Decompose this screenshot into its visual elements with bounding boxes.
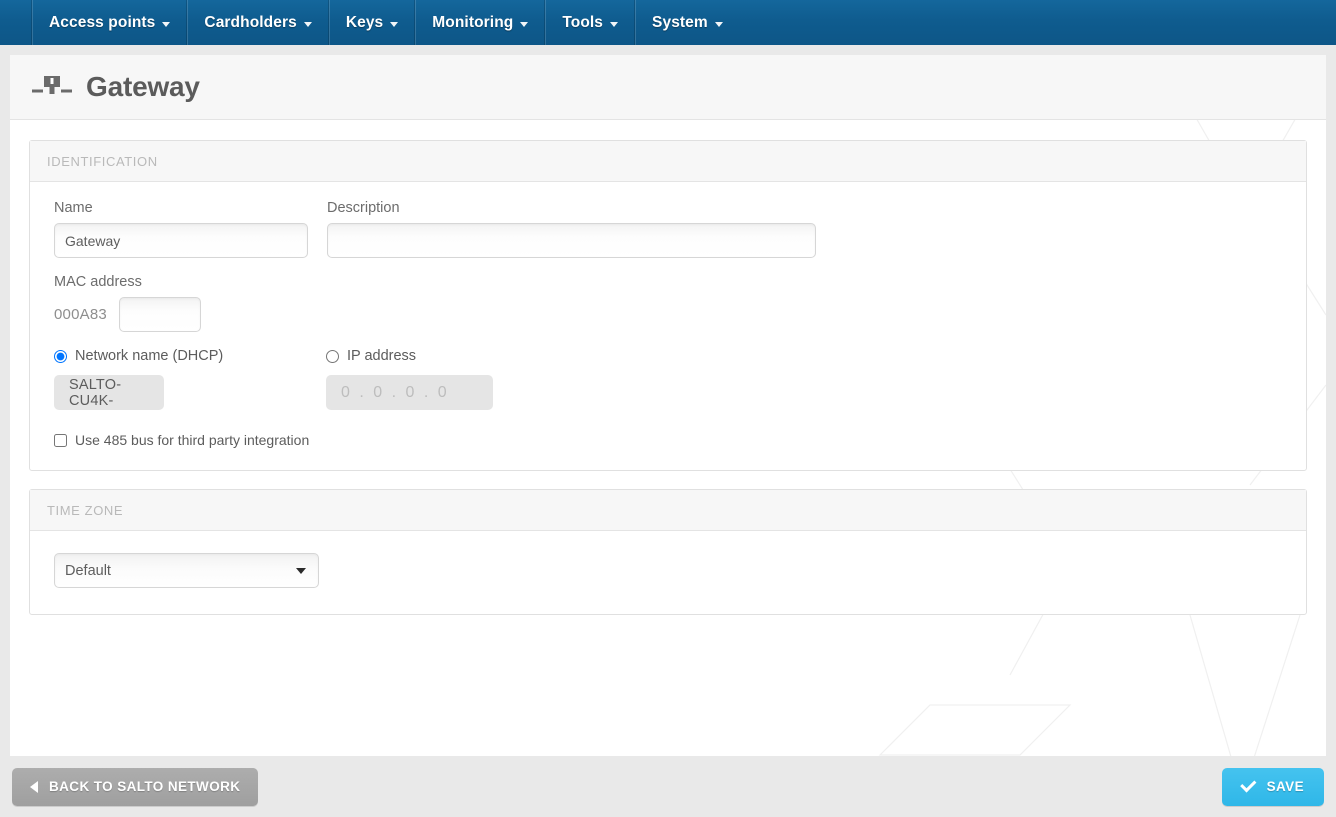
page-header: Gateway bbox=[10, 55, 1326, 120]
mac-address-input[interactable] bbox=[118, 297, 201, 332]
identification-body: Name Description MAC address 000A83 bbox=[30, 182, 1306, 470]
description-label: Description bbox=[327, 200, 400, 216]
description-field-group: Description bbox=[327, 200, 816, 258]
nav-item-label: Keys bbox=[345, 13, 384, 31]
timezone-select[interactable]: Default bbox=[54, 553, 319, 588]
nav-item-monitoring[interactable]: Monitoring bbox=[414, 0, 545, 45]
name-label: Name bbox=[54, 200, 93, 216]
mac-address-label: MAC address bbox=[54, 274, 142, 290]
name-input[interactable] bbox=[54, 223, 308, 258]
chevron-down-icon bbox=[303, 21, 312, 27]
main-navigation: Access points Cardholders Keys Monitorin… bbox=[0, 0, 1336, 45]
save-button-label: SAVE bbox=[1266, 779, 1304, 794]
mac-prefix-label: 000A83 bbox=[54, 306, 107, 323]
nav-item-tools[interactable]: Tools bbox=[544, 0, 635, 45]
identification-panel: IDENTIFICATION Name Description MA bbox=[29, 140, 1307, 471]
ip-option-group: IP address 0 . 0 . 0 . 0 bbox=[326, 348, 493, 410]
back-to-salto-network-button[interactable]: BACK TO SALTO NETWORK bbox=[12, 767, 259, 806]
dhcp-option-group: Network name (DHCP) SALTO-CU4K- bbox=[54, 348, 326, 410]
page-title: Gateway bbox=[86, 71, 200, 102]
timezone-panel: TIME ZONE Default bbox=[29, 489, 1307, 615]
timezone-select-wrap: Default bbox=[54, 553, 319, 588]
save-button[interactable]: SAVE bbox=[1221, 767, 1324, 806]
description-input[interactable] bbox=[327, 223, 816, 258]
chevron-down-icon bbox=[162, 21, 171, 27]
nav-item-label: Monitoring bbox=[432, 13, 514, 31]
back-button-label: BACK TO SALTO NETWORK bbox=[49, 779, 241, 794]
nav-item-keys[interactable]: Keys bbox=[327, 0, 415, 45]
radio-network-name-dhcp[interactable] bbox=[54, 349, 67, 363]
content-card: Gateway IDENTIFICATION Name Description bbox=[10, 55, 1326, 801]
page-content: IDENTIFICATION Name Description MA bbox=[10, 120, 1326, 615]
nav-item-label: Cardholders bbox=[204, 13, 297, 31]
nav-item-system[interactable]: System bbox=[634, 0, 740, 45]
ip-radio-line[interactable]: IP address bbox=[326, 348, 493, 364]
check-icon bbox=[1239, 776, 1257, 793]
network-mode-row: Network name (DHCP) SALTO-CU4K- IP addre… bbox=[54, 348, 1282, 410]
dhcp-radio-line[interactable]: Network name (DHCP) bbox=[54, 348, 326, 364]
identification-section-title: IDENTIFICATION bbox=[30, 141, 1306, 182]
nav-item-cardholders[interactable]: Cardholders bbox=[186, 0, 328, 45]
chevron-down-icon bbox=[610, 21, 619, 27]
arrow-left-icon bbox=[30, 780, 38, 793]
dhcp-radio-label: Network name (DHCP) bbox=[75, 348, 224, 364]
nav-item-label: System bbox=[652, 13, 708, 31]
nav-item-access-points[interactable]: Access points bbox=[30, 0, 187, 45]
chevron-down-icon bbox=[714, 21, 723, 27]
chevron-down-icon bbox=[390, 21, 399, 27]
bus485-row[interactable]: Use 485 bus for third party integration bbox=[54, 432, 1282, 448]
page-container: Gateway IDENTIFICATION Name Description bbox=[0, 45, 1336, 817]
mac-address-row: 000A83 bbox=[54, 297, 1282, 332]
nav-item-label: Tools bbox=[562, 13, 604, 31]
checkbox-use-485-bus[interactable] bbox=[54, 433, 67, 447]
nav-item-label: Access points bbox=[49, 13, 156, 31]
timezone-section-title: TIME ZONE bbox=[30, 490, 1306, 531]
name-description-row: Name Description bbox=[54, 200, 1282, 274]
bus485-label: Use 485 bus for third party integration bbox=[75, 432, 310, 448]
timezone-body: Default bbox=[30, 531, 1306, 614]
network-node-icon bbox=[32, 76, 72, 94]
name-field-group: Name bbox=[54, 200, 308, 258]
radio-ip-address[interactable] bbox=[326, 349, 339, 363]
ip-address-field[interactable]: 0 . 0 . 0 . 0 bbox=[326, 375, 493, 410]
ip-radio-label: IP address bbox=[347, 348, 417, 364]
chevron-down-icon bbox=[520, 21, 529, 27]
mac-field-group: MAC address 000A83 bbox=[54, 274, 1282, 332]
dhcp-network-name-field[interactable]: SALTO-CU4K- bbox=[54, 375, 164, 410]
footer-bar: BACK TO SALTO NETWORK SAVE bbox=[0, 756, 1336, 817]
